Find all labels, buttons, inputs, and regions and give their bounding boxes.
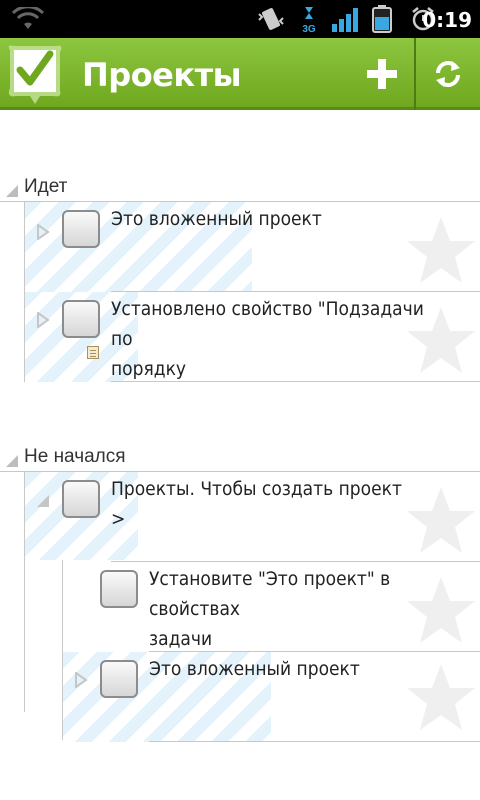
item-title: Это вложенный проект: [111, 208, 322, 230]
signal-icon: [332, 8, 358, 32]
list-item[interactable]: Это вложенный проект: [0, 652, 480, 742]
item-title: Это вложенный проект: [149, 658, 360, 680]
sync-icon: [436, 61, 460, 87]
expand-icon[interactable]: [36, 224, 50, 240]
list-item[interactable]: Проекты. Чтобы создать проект >: [0, 472, 480, 562]
star-icon[interactable]: [405, 575, 477, 645]
task-checkbox[interactable]: [100, 570, 138, 608]
item-title: Установлено свойство "Подзадачи по поряд…: [111, 298, 424, 380]
star-icon[interactable]: [405, 305, 477, 375]
section-header-in-progress[interactable]: Идет: [0, 172, 480, 202]
list-item[interactable]: Это вложенный проект: [0, 202, 480, 292]
add-button[interactable]: [350, 38, 414, 110]
section-collapse-icon: [6, 185, 18, 197]
list-item[interactable]: Установите "Это проект" в свойствах зада…: [0, 562, 480, 652]
collapse-icon[interactable]: [36, 494, 50, 508]
page-title: Проекты: [82, 56, 242, 94]
task-checkbox[interactable]: [62, 210, 100, 248]
section-collapse-icon: [6, 455, 18, 467]
battery-icon: [372, 5, 392, 33]
plus-icon: [367, 59, 397, 89]
status-time: 0:19: [422, 8, 472, 32]
star-icon[interactable]: [405, 662, 477, 732]
note-icon: [87, 346, 99, 359]
row-divider: [149, 741, 480, 742]
list-item[interactable]: Установлено свойство "Подзадачи по поряд…: [0, 292, 480, 382]
section-title: Идет: [24, 176, 68, 197]
task-checkbox[interactable]: [62, 300, 100, 338]
star-icon[interactable]: [405, 215, 477, 285]
network-3g-icon: 3G: [298, 6, 320, 35]
action-bar: Проекты: [0, 38, 480, 110]
section-title: Не начался: [24, 446, 126, 467]
star-icon[interactable]: [405, 485, 477, 555]
task-checkbox[interactable]: [100, 660, 138, 698]
section-header-not-started[interactable]: Не начался: [0, 442, 480, 472]
status-bar: 3G 0:19: [0, 0, 480, 38]
wifi-icon: [12, 7, 44, 29]
vibrate-icon: [258, 8, 284, 30]
row-divider: [111, 381, 480, 382]
task-checkbox[interactable]: [62, 480, 100, 518]
network-label: 3G: [302, 24, 316, 35]
expand-icon[interactable]: [36, 312, 50, 328]
app-logo-icon: [8, 45, 62, 104]
item-title: Проекты. Чтобы создать проект >: [111, 478, 402, 530]
expand-icon[interactable]: [74, 672, 88, 688]
sync-button[interactable]: [416, 38, 480, 110]
